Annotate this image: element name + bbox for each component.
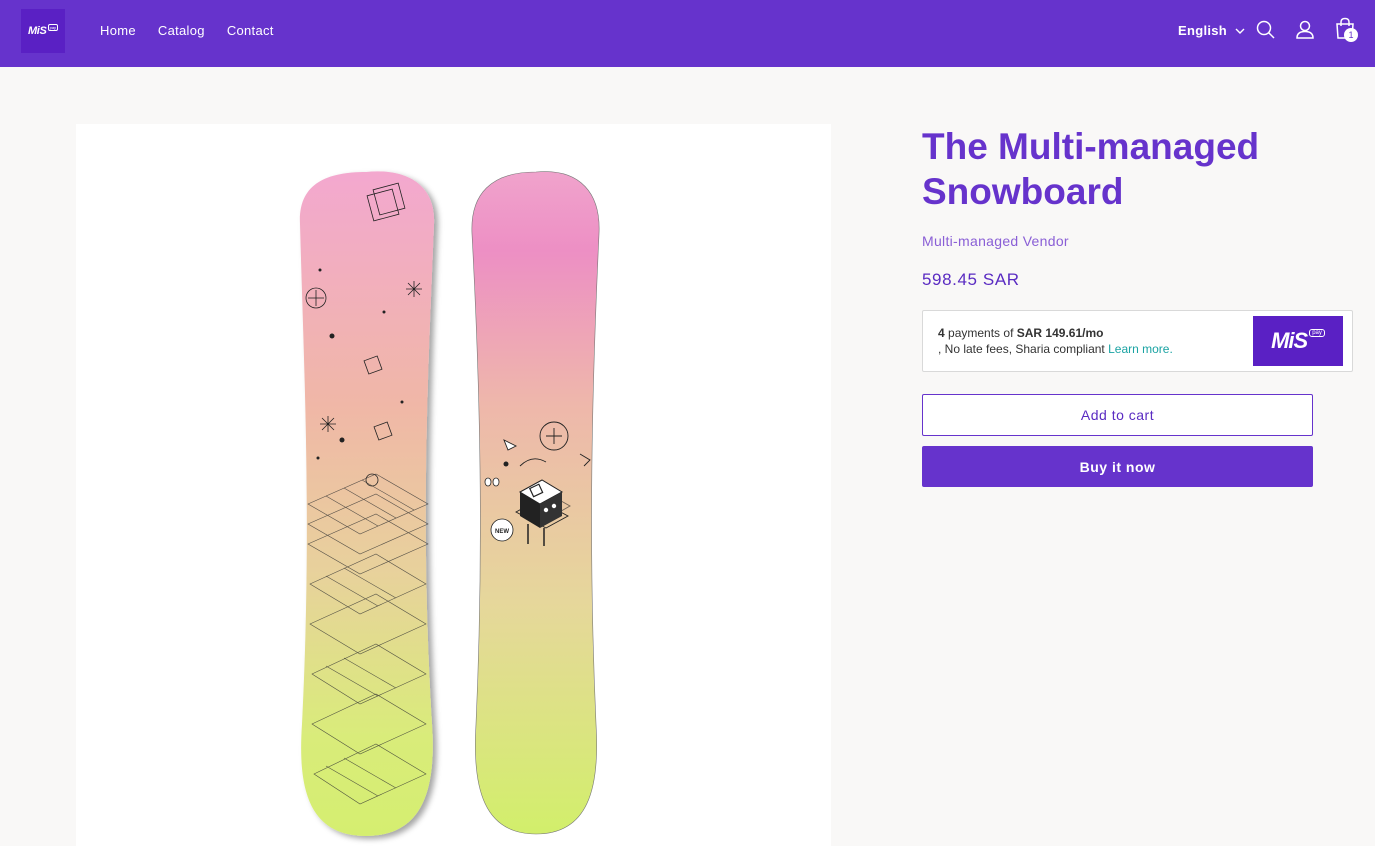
installment-terms: , No late fees, Sharia compliant bbox=[938, 342, 1105, 356]
nav-home[interactable]: Home bbox=[100, 23, 136, 38]
store-logo[interactable]: MiS pay bbox=[21, 9, 65, 53]
nav-catalog[interactable]: Catalog bbox=[158, 23, 205, 38]
installment-amount: SAR 149.61/mo bbox=[1016, 326, 1104, 340]
provider-logo-sup: pay bbox=[1309, 329, 1325, 337]
language-selector[interactable]: English bbox=[1178, 23, 1245, 38]
learn-more-link[interactable]: Learn more. bbox=[1108, 342, 1173, 356]
nav-contact[interactable]: Contact bbox=[227, 23, 274, 38]
chevron-down-icon bbox=[1235, 28, 1245, 34]
installment-provider-logo: MiS pay bbox=[1253, 316, 1343, 366]
installment-count: 4 bbox=[938, 326, 945, 340]
account-icon[interactable] bbox=[1295, 19, 1315, 41]
search-icon[interactable] bbox=[1256, 19, 1276, 41]
product-vendor: Multi-managed Vendor bbox=[922, 233, 1069, 249]
installment-text: payments of bbox=[948, 326, 1014, 340]
product-price: 598.45 SAR bbox=[922, 270, 1020, 289]
snowboard-image: NEW bbox=[299, 171, 600, 837]
new-badge: NEW bbox=[495, 529, 509, 535]
logo-sup: pay bbox=[47, 23, 59, 31]
buy-now-button[interactable]: Buy it now bbox=[922, 446, 1313, 487]
site-header: MiS pay Home Catalog Contact English 1 bbox=[0, 0, 1375, 67]
cart-count-badge: 1 bbox=[1344, 28, 1358, 42]
product-title: The Multi-managed Snowboard bbox=[922, 126, 1260, 212]
provider-logo-text: MiS bbox=[1271, 328, 1308, 353]
language-label: English bbox=[1178, 23, 1228, 38]
main-nav: Home Catalog Contact bbox=[100, 23, 274, 38]
product-image[interactable]: NEW bbox=[76, 124, 831, 846]
installment-details: , No late fees, Sharia compliant Learn m… bbox=[938, 342, 1173, 356]
logo-text: MiS bbox=[27, 25, 47, 37]
installment-widget: 4 payments of SAR 149.61/mo , No late fe… bbox=[922, 310, 1353, 372]
installment-summary: 4 payments of SAR 149.61/mo bbox=[938, 326, 1103, 340]
add-to-cart-button[interactable]: Add to cart bbox=[922, 394, 1313, 436]
